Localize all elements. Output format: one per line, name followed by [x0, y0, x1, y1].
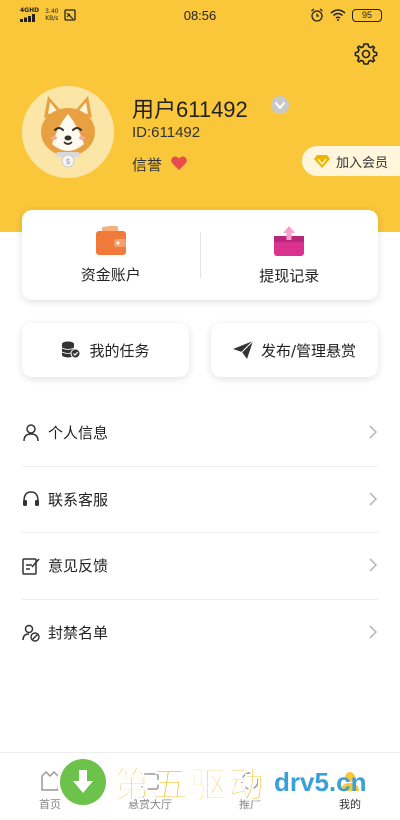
wallet-card: 资金账户 提现记录 [22, 210, 378, 300]
chevron-right-icon [369, 558, 378, 572]
tab-promote[interactable]: 推广 [200, 753, 300, 820]
funds-account-label: 资金账户 [80, 265, 141, 284]
user-id: ID:611492 [132, 124, 201, 141]
status-right: 95 [310, 8, 382, 22]
publish-bounty-label: 发布/管理悬赏 [260, 341, 357, 360]
paper-plane-icon [232, 341, 253, 359]
menu-item-feedback[interactable]: 意见反馈 [22, 533, 378, 600]
menu-item-label: 意见反馈 [48, 557, 109, 576]
blocklist-icon [22, 624, 40, 642]
verified-badge-icon [271, 96, 289, 114]
headset-icon [22, 490, 40, 508]
chevron-right-icon [369, 624, 378, 639]
battery-indicator: 95 [352, 8, 382, 22]
bottom-tab-bar: 首页 悬赏大厅 推广 我的 [0, 752, 400, 820]
publish-bounty-button[interactable]: 发布/管理悬赏 [211, 323, 378, 377]
tab-label: 悬赏大厅 [128, 798, 172, 811]
my-tasks-label: 我的任务 [89, 341, 150, 360]
feedback-icon [22, 557, 40, 575]
status-bar: 4GHD 3.40 KB/s 08:56 95 [0, 0, 400, 30]
funds-account-button[interactable]: 资金账户 [22, 210, 200, 300]
hall-icon [141, 773, 159, 790]
gear-icon [354, 43, 378, 65]
heart-icon [171, 156, 187, 170]
wifi-icon [330, 9, 346, 21]
menu-item-blocklist[interactable]: 封禁名单 [22, 600, 378, 667]
wallet-icon [95, 225, 126, 255]
tab-label: 推广 [239, 798, 261, 811]
menu-item-label: 个人信息 [48, 424, 109, 443]
me-icon [341, 772, 359, 791]
menu-item-label: 封禁名单 [48, 624, 109, 643]
person-icon [22, 424, 40, 442]
withdraw-icon [274, 225, 305, 256]
menu-item-profile[interactable]: 个人信息 [22, 400, 378, 467]
menu-item-label: 联系客服 [48, 490, 109, 509]
tab-home[interactable]: 首页 [0, 753, 100, 820]
chevron-right-icon [369, 491, 378, 506]
menu-list: 个人信息 联系客服 意见反馈 封禁名单 [22, 400, 378, 666]
coins-check-icon [62, 341, 81, 359]
dog-avatar-icon: $ [22, 86, 114, 178]
menu-item-support[interactable]: 联系客服 [22, 467, 378, 533]
my-tasks-button[interactable]: 我的任务 [22, 323, 189, 377]
settings-button[interactable] [352, 40, 380, 68]
diamond-icon [314, 155, 330, 168]
credit-label: 信誉 [132, 156, 163, 174]
alarm-icon [311, 8, 323, 22]
withdraw-records-button[interactable]: 提现记录 [201, 210, 379, 300]
chevron-right-icon [369, 425, 378, 439]
promote-icon [241, 772, 259, 790]
tab-label: 我的 [339, 798, 361, 811]
tab-bounty-hall[interactable]: 悬赏大厅 [100, 753, 200, 820]
tab-me[interactable]: 我的 [300, 753, 400, 820]
tab-label: 首页 [39, 798, 61, 811]
join-vip-button[interactable]: 加入会员 [302, 146, 400, 176]
svg-text:$: $ [65, 157, 70, 166]
withdraw-records-label: 提现记录 [259, 266, 320, 285]
join-vip-label: 加入会员 [336, 155, 389, 171]
home-icon [41, 770, 59, 791]
avatar[interactable]: $ [22, 86, 114, 178]
username: 用户611492 [132, 97, 248, 122]
